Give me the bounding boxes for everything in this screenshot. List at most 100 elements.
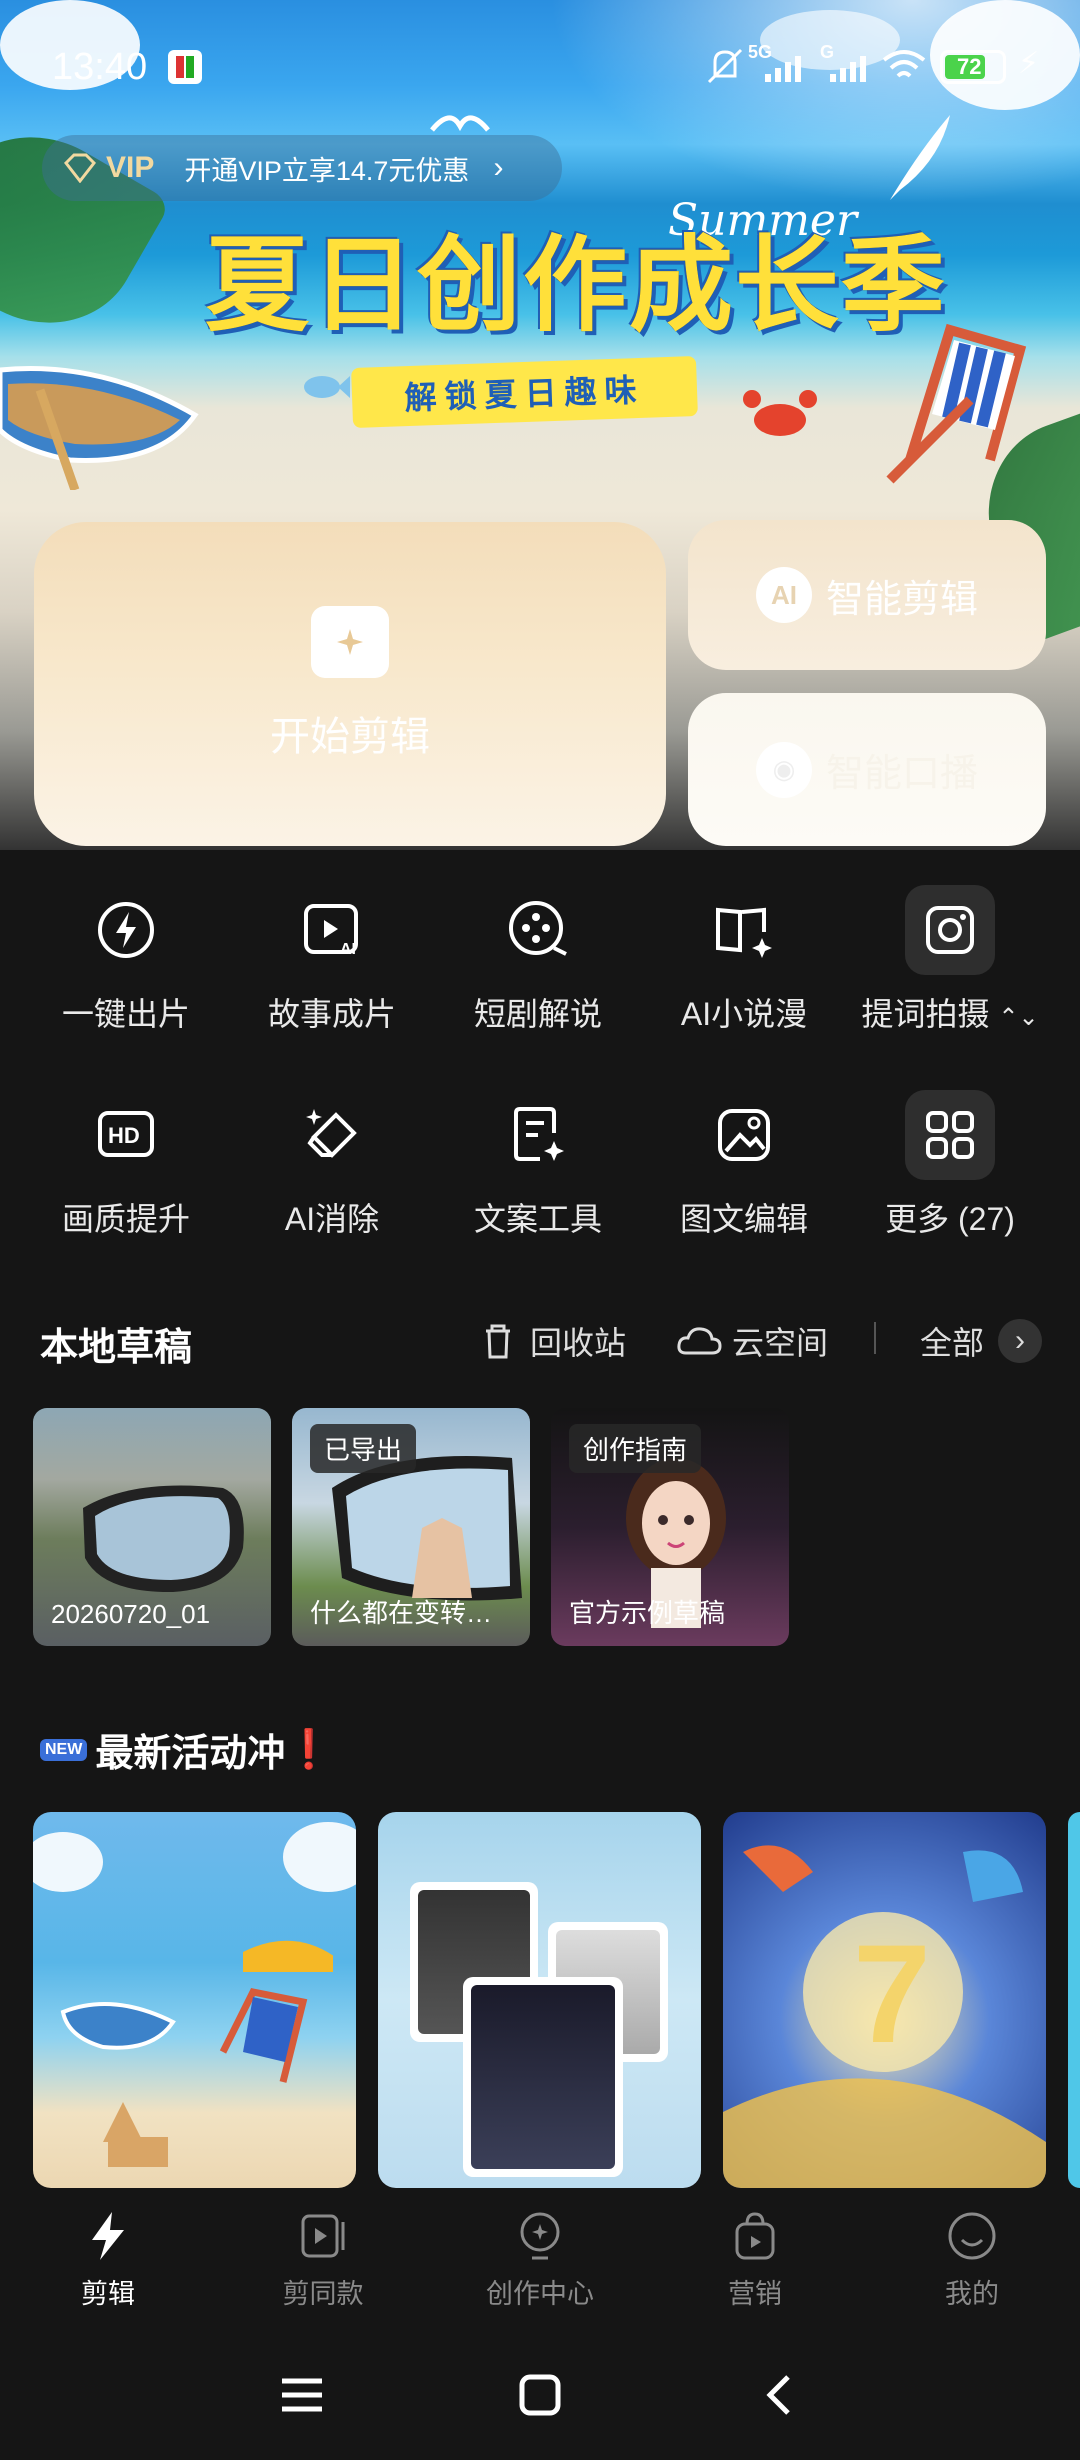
notification-app-icon: [168, 50, 202, 84]
status-bar: 13:40 5G G 72 ⚡: [0, 0, 1080, 140]
draft-item[interactable]: 20260720_01: [33, 1408, 271, 1646]
mute-icon: [707, 48, 743, 84]
new-badge-icon: NEW: [40, 1738, 88, 1761]
tool-label: 图文编辑: [679, 1201, 808, 1237]
banner-subtitle: 解锁夏日趣味: [351, 355, 698, 429]
menu-icon[interactable]: [280, 2373, 324, 2417]
text-edit-icon: [493, 1090, 583, 1180]
battery-icon: 72: [940, 50, 1006, 84]
draft-item[interactable]: 创作指南 官方示例草稿: [551, 1408, 789, 1646]
divider: [874, 1322, 876, 1354]
tool-label: AI消除: [284, 1201, 380, 1237]
smart-caption-card[interactable]: ◉ 智能口播: [688, 693, 1046, 846]
smart-edit-label: 智能剪辑: [825, 578, 978, 621]
drafts-title: 本地草稿: [40, 1327, 193, 1369]
tool-story[interactable]: AI 故事成片: [229, 885, 435, 1035]
activity-card[interactable]: [33, 1812, 356, 2188]
plus-star-icon: [311, 606, 389, 678]
tool-more[interactable]: 更多 (27): [847, 1090, 1053, 1240]
draft-thumbnail: [83, 1485, 244, 1593]
activity-card[interactable]: [378, 1812, 701, 2188]
start-edit-card[interactable]: 开始剪辑: [34, 522, 666, 846]
hd-icon: HD: [81, 1090, 171, 1180]
activity-thumbnail: [463, 1977, 623, 2177]
fish-icon: [304, 376, 350, 398]
nav-label: 创作中心: [486, 2279, 594, 2309]
signal-icon: [830, 56, 866, 82]
grid-icon: [905, 1090, 995, 1180]
tool-label: 画质提升: [61, 1201, 190, 1237]
tool-image-text[interactable]: 图文编辑: [641, 1090, 847, 1240]
tool-label: AI小说漫: [680, 996, 808, 1032]
smart-caption-label: 智能口播: [825, 753, 978, 795]
home-icon[interactable]: [518, 2373, 562, 2417]
tool-label: 更多 (27): [885, 1201, 1015, 1237]
boat-illustration: [0, 365, 199, 490]
ai-badge-icon: AI: [755, 567, 812, 623]
nav-label: 剪辑: [81, 2279, 135, 2309]
charging-icon: ⚡: [1018, 47, 1040, 80]
vip-promo-text: 开通VIP立享14.7元优惠: [184, 155, 470, 186]
expand-icon[interactable]: ⌃⌄: [998, 1004, 1038, 1031]
crab-illustration: [743, 390, 817, 436]
activity-card-peek[interactable]: [1068, 1812, 1080, 2188]
nav-templates[interactable]: 剪同款: [248, 2210, 398, 2311]
tool-hd-upscale[interactable]: HD 画质提升: [23, 1090, 229, 1240]
microphone-person-icon: ◉: [755, 741, 812, 798]
activity-card[interactable]: 7: [723, 1812, 1046, 2188]
lightning-icon: [81, 885, 171, 975]
tool-ai-novel[interactable]: AI小说漫: [641, 885, 847, 1035]
nav-profile[interactable]: 我的: [897, 2210, 1047, 2311]
chevron-right-icon: ›: [493, 151, 504, 184]
bulb-icon: [520, 2212, 560, 2260]
draft-name: 官方示例草稿: [569, 1598, 726, 1628]
tool-label: 短剧解说: [473, 996, 602, 1032]
tool-ai-erase[interactable]: AI消除: [229, 1090, 435, 1240]
tool-drama[interactable]: 短剧解说: [435, 885, 641, 1035]
cloud-space-link[interactable]: 云空间: [676, 1318, 828, 1364]
activities-title-text: 最新活动冲: [95, 1733, 286, 1775]
chevron-right-icon: ›: [998, 1319, 1043, 1363]
story-ai-icon: AI: [287, 885, 377, 975]
tool-teleprompter[interactable]: 提词拍摄 ⌃⌄: [847, 885, 1053, 1035]
smart-edit-card[interactable]: AI 智能剪辑: [688, 520, 1046, 670]
recycle-bin-link[interactable]: 回收站: [478, 1318, 626, 1364]
all-drafts-link[interactable]: 全部 ›: [920, 1318, 1043, 1364]
vip-promo-banner[interactable]: VIP 开通VIP立享14.7元优惠 ›: [42, 135, 562, 201]
film-reel-icon: [493, 885, 583, 975]
tool-label: 故事成片: [267, 996, 396, 1032]
svg-text:AI: AI: [340, 941, 356, 958]
start-edit-label: 开始剪辑: [270, 715, 430, 759]
activity-thumbnail: 7: [723, 1845, 1046, 2188]
image-edit-icon: [699, 1090, 789, 1180]
draft-item[interactable]: 已导出 什么都在变转…: [292, 1408, 530, 1646]
hero-banner[interactable]: 13:40 5G G 72 ⚡ VIP 开通VIP立享14.7元优惠 › Sum…: [0, 0, 1080, 850]
exclamation-icon: ❗: [285, 1728, 333, 1771]
cloud: [33, 1832, 103, 1892]
banner-title: 夏日创作成长季: [205, 224, 948, 346]
activities-title: NEW 最新活动冲 ❗: [40, 1722, 333, 1777]
status-time: 13:40: [52, 46, 148, 88]
camera-icon: [905, 885, 995, 975]
exported-tag: 已导出: [310, 1424, 417, 1473]
tool-label: 文案工具: [473, 1201, 602, 1237]
bag-icon: [735, 2212, 775, 2260]
nav-label: 营销: [728, 2279, 782, 2309]
cloud-space-label: 云空间: [732, 1325, 829, 1361]
battery-level: 72: [957, 54, 982, 79]
tool-copywriting[interactable]: 文案工具: [435, 1090, 641, 1240]
nav-marketing[interactable]: 营销: [680, 2210, 830, 2311]
book-sparkle-icon: [699, 885, 789, 975]
eraser-icon: [287, 1090, 377, 1180]
nav-label: 剪同款: [282, 2279, 364, 2309]
smile-icon: [948, 2212, 996, 2260]
tool-one-click[interactable]: 一键出片: [23, 885, 229, 1035]
back-icon[interactable]: [758, 2373, 802, 2417]
nav-edit[interactable]: 剪辑: [33, 2210, 183, 2311]
tool-label: 提词拍摄 ⌃⌄: [861, 996, 1039, 1032]
nav-creator-center[interactable]: 创作中心: [465, 2210, 615, 2311]
system-nav-bar: [0, 2333, 1080, 2460]
vip-diamond-icon: [64, 153, 96, 183]
guide-tag: 创作指南: [569, 1424, 702, 1473]
svg-text:7: 7: [853, 1915, 931, 2072]
